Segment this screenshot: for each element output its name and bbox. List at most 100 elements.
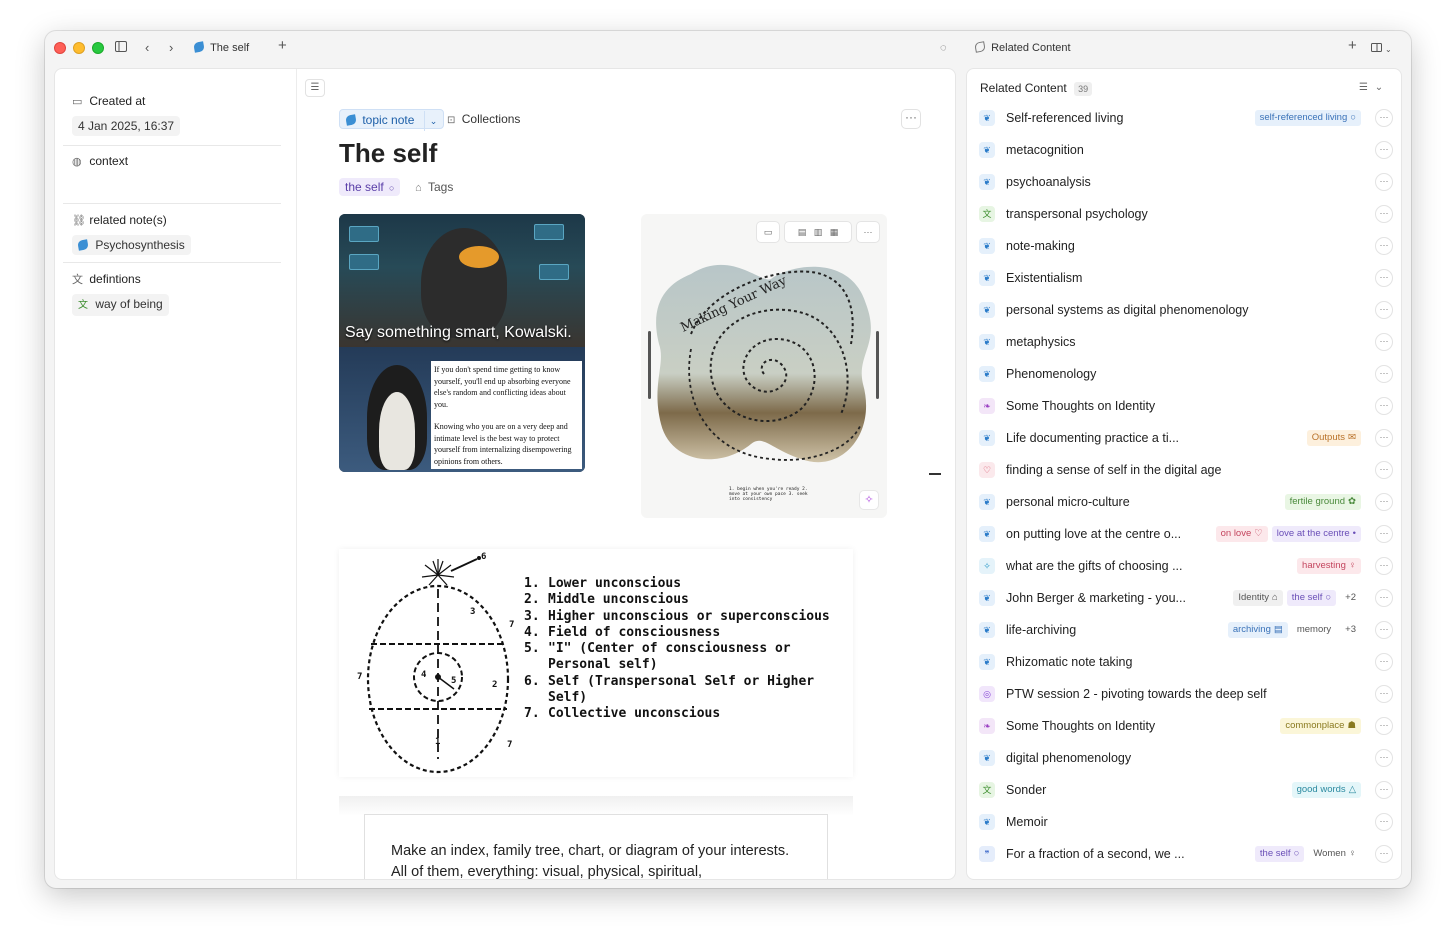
tag-chip[interactable]: commonplace ☗ — [1280, 718, 1361, 734]
tag-chip[interactable]: harvesting ♀ — [1297, 558, 1361, 574]
related-item[interactable]: ❦ digital phenomenology ··· — [967, 742, 1401, 774]
related-item-title[interactable]: finding a sense of self in the digital a… — [1006, 462, 1221, 478]
related-item[interactable]: ◎ PTW session 2 - pivoting towards the de… — [967, 678, 1401, 710]
note-type-chip[interactable]: topic note ⌄ — [339, 109, 445, 131]
related-item-title[interactable]: Sonder — [1006, 782, 1046, 798]
related-item-title[interactable]: John Berger & marketing - you... — [1006, 590, 1186, 606]
related-item[interactable]: ❦ Existentialism ··· — [967, 262, 1401, 294]
related-item[interactable]: ❦ metacognition ··· — [967, 134, 1401, 166]
related-item-title[interactable]: note-making — [1006, 238, 1075, 254]
item-more-button[interactable]: ··· — [1375, 717, 1393, 735]
related-item-title[interactable]: life-archiving — [1006, 622, 1076, 638]
item-more-button[interactable]: ··· — [1375, 333, 1393, 351]
tag-chip[interactable]: Identity ⌂ — [1233, 590, 1283, 606]
related-item-title[interactable]: Some Thoughts on Identity — [1006, 398, 1155, 414]
item-more-button[interactable]: ··· — [1375, 685, 1393, 703]
related-item-title[interactable]: metaphysics — [1006, 334, 1075, 350]
tag-chip[interactable]: on love ♡ — [1215, 526, 1268, 542]
sort-menu-button[interactable]: ☰ ⌄ — [1359, 82, 1383, 93]
related-item-title[interactable]: what are the gifts of choosing ... — [1006, 558, 1183, 574]
back-icon[interactable]: ‹ — [145, 40, 149, 56]
align-center-icon[interactable]: ▥ — [814, 227, 823, 237]
item-more-button[interactable]: ··· — [1375, 141, 1393, 159]
created-at-value[interactable]: 4 Jan 2025, 16:37 — [72, 116, 181, 136]
image-more-button[interactable]: ··· — [856, 221, 880, 243]
new-tab-icon[interactable]: + — [278, 38, 287, 54]
related-item-title[interactable]: Rhizomatic note taking — [1006, 654, 1132, 670]
collapse-handle[interactable] — [929, 473, 941, 475]
item-more-button[interactable]: ··· — [1375, 653, 1393, 671]
sidebar-toggle-icon[interactable] — [115, 40, 127, 56]
context-label[interactable]: ◍ context — [72, 153, 128, 170]
item-more-button[interactable]: ··· — [1375, 397, 1393, 415]
kowalski-meme-image[interactable]: Say something smart, Kowalski. If you do… — [339, 214, 585, 472]
related-item-title[interactable]: Some Thoughts on Identity — [1006, 718, 1155, 734]
chevron-down-icon[interactable]: ⌄ — [1385, 42, 1392, 58]
item-more-button[interactable]: ··· — [1375, 365, 1393, 383]
item-more-button[interactable]: ··· — [1375, 781, 1393, 799]
item-more-button[interactable]: ··· — [1375, 429, 1393, 447]
related-item[interactable]: ❦ note-making ··· — [967, 230, 1401, 262]
image-align-toolbar[interactable]: ▤ ▥ ▦ — [784, 221, 852, 243]
item-more-button[interactable]: ··· — [1375, 813, 1393, 831]
item-more-button[interactable]: ··· — [1375, 301, 1393, 319]
item-more-button[interactable]: ··· — [1375, 237, 1393, 255]
related-item-title[interactable]: psychoanalysis — [1006, 174, 1091, 190]
tag-chip[interactable]: fertile ground ✿ — [1284, 494, 1361, 510]
item-more-button[interactable]: ··· — [1375, 493, 1393, 511]
related-item-title[interactable]: Self-referenced living — [1006, 110, 1123, 126]
related-item[interactable]: ❦ Rhizomatic note taking ··· — [967, 646, 1401, 678]
related-item-title[interactable]: on putting love at the centre o... — [1006, 526, 1181, 542]
tag-chip[interactable]: love at the centre • — [1271, 526, 1361, 542]
sync-icon[interactable]: ◌ — [940, 40, 947, 56]
align-left-icon[interactable]: ▤ — [798, 227, 807, 237]
related-item-title[interactable]: digital phenomenology — [1006, 750, 1131, 766]
item-more-button[interactable]: ··· — [1375, 269, 1393, 287]
related-item[interactable]: ❦ psychoanalysis ··· — [967, 166, 1401, 198]
tag-chip[interactable]: Women ♀ — [1308, 846, 1361, 862]
related-item-title[interactable]: Existentialism — [1006, 270, 1082, 286]
tab-the-self[interactable]: The self — [193, 41, 249, 55]
tag-chip[interactable]: self-referenced living ○ — [1254, 110, 1361, 126]
tag-chip[interactable]: good words △ — [1291, 782, 1361, 798]
related-item[interactable]: ❦ life-archiving archiving ▤ memory +3 ··· — [967, 614, 1401, 646]
tag-chip[interactable]: archiving ▤ — [1227, 622, 1288, 638]
related-item[interactable]: ❧ Some Thoughts on Identity commonplace ☗ ··… — [967, 710, 1401, 742]
definition-chip[interactable]: 文 way of being — [72, 294, 169, 316]
related-item[interactable]: ❦ Life documenting practice a ti... Output… — [967, 422, 1401, 454]
item-more-button[interactable]: ··· — [1375, 557, 1393, 575]
item-more-button[interactable]: ··· — [1375, 589, 1393, 607]
tag-chip[interactable]: memory — [1292, 622, 1336, 638]
zoom-window-button[interactable] — [92, 42, 104, 54]
related-item[interactable]: ❦ on putting love at the centre o... on lo… — [967, 518, 1401, 550]
related-item-title[interactable]: For a fraction of a second, we ... — [1006, 846, 1185, 862]
related-item[interactable]: ♡ finding a sense of self in the digital … — [967, 454, 1401, 486]
align-right-icon[interactable]: ▦ — [830, 227, 839, 237]
related-item[interactable]: ❦ Self-referenced living self-referenced l… — [967, 102, 1401, 134]
tag-chip-the-self[interactable]: the self ○ — [339, 178, 401, 196]
add-icon[interactable]: + — [1348, 38, 1357, 54]
tag-chip[interactable]: Outputs ✉ — [1306, 430, 1361, 446]
related-item[interactable]: ❦ personal micro-culture fertile ground ✿ ··… — [967, 486, 1401, 518]
chevron-down-icon[interactable]: ⌄ — [1375, 82, 1383, 93]
related-item[interactable]: ❦ Memoir ··· — [967, 806, 1401, 838]
panel-layout-icon[interactable] — [1371, 40, 1382, 56]
item-more-button[interactable]: ··· — [1375, 205, 1393, 223]
image-caption-button[interactable]: ▭ — [756, 221, 780, 243]
psychosynthesis-diagram[interactable]: 6 3 7 2 4 5 7 1 7 1. Lower unconscious 2. Middle… — [339, 549, 853, 777]
related-item[interactable]: ❧ Some Thoughts on Identity ··· — [967, 390, 1401, 422]
item-more-button[interactable]: ··· — [1375, 173, 1393, 191]
item-more-button[interactable]: ··· — [1375, 749, 1393, 767]
related-item-title[interactable]: personal micro-culture — [1006, 494, 1130, 510]
minimize-window-button[interactable] — [73, 42, 85, 54]
note-more-button[interactable]: ··· — [901, 109, 921, 129]
related-item[interactable]: ❦ Phenomenology ··· — [967, 358, 1401, 390]
tag-chip[interactable]: +3 — [1340, 622, 1361, 638]
related-item[interactable]: 文 transpersonal psychology ··· — [967, 198, 1401, 230]
related-item-title[interactable]: Memoir — [1006, 814, 1048, 830]
item-more-button[interactable]: ··· — [1375, 525, 1393, 543]
item-more-button[interactable]: ··· — [1375, 845, 1393, 863]
item-more-button[interactable]: ··· — [1375, 621, 1393, 639]
collections-button[interactable]: ⊡ Collections — [447, 112, 520, 126]
tag-chip[interactable]: +2 — [1340, 590, 1361, 606]
